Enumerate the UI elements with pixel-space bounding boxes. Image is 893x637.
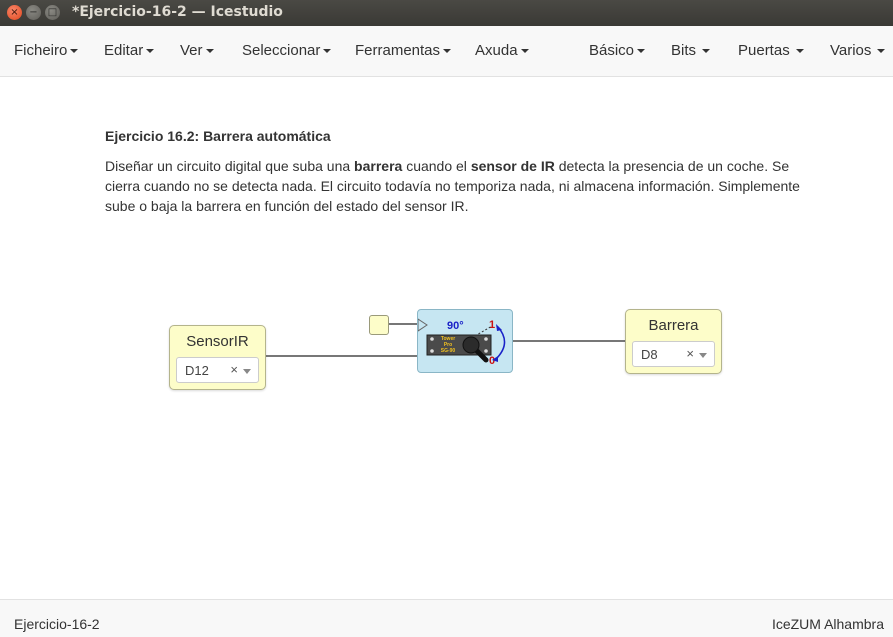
menubar: Ficheiro Editar Ver Seleccionar Ferramen… <box>0 26 893 77</box>
clear-icon[interactable]: × <box>230 362 238 377</box>
input-block-sensorir[interactable]: SensorIR D12 × <box>169 325 266 390</box>
window-title: *Ejercicio-16-2 — Icestudio <box>72 4 283 20</box>
output-pin-value: D8 <box>641 347 658 362</box>
servo-block[interactable]: 90° 1 0 Tower Pro SG-90 <box>417 309 513 373</box>
wire-const-to-servo[interactable] <box>388 323 417 325</box>
menu-puertas[interactable]: Puertas <box>738 42 804 59</box>
output-block-barrera[interactable]: Barrera D8 × <box>625 309 722 374</box>
servo-icon: 90° 1 0 Tower Pro SG-90 <box>417 318 506 367</box>
servo-angle-label: 90° <box>447 320 464 332</box>
window-maximize-button[interactable]: □ <box>45 5 60 20</box>
window-close-button[interactable]: × <box>7 5 22 20</box>
input-pin-value: D12 <box>185 363 209 378</box>
menu-ficheiro[interactable]: Ficheiro <box>14 42 79 59</box>
caret-down-icon <box>443 49 452 54</box>
maximize-icon: □ <box>47 6 58 18</box>
caret-down-icon <box>520 49 529 54</box>
input-pin-select[interactable]: D12 × <box>176 357 259 383</box>
output-block-name: Barrera <box>648 317 699 334</box>
caret-down-icon <box>702 49 711 54</box>
minimize-icon: − <box>29 6 38 18</box>
window-titlebar: × − □ *Ejercicio-16-2 — Icestudio <box>0 0 893 26</box>
menu-bits[interactable]: Bits <box>671 42 711 59</box>
menu-axuda[interactable]: Axuda <box>475 42 529 59</box>
output-pin-select[interactable]: D8 × <box>632 341 715 367</box>
statusbar: Ejercicio-16-2 IceZUM Alhambra <box>0 599 893 637</box>
window-minimize-button[interactable]: − <box>26 5 41 20</box>
menu-ferramentas[interactable]: Ferramentas <box>355 42 452 59</box>
board-name[interactable]: IceZUM Alhambra <box>772 616 884 632</box>
chevron-down-icon[interactable] <box>243 369 251 374</box>
menu-basico[interactable]: Básico <box>589 42 646 59</box>
caret-down-icon <box>877 49 886 54</box>
exercise-text: Diseñar un circuito digital que suba una… <box>105 158 800 214</box>
close-icon: × <box>10 6 19 18</box>
caret-down-icon <box>70 49 79 54</box>
menu-varios[interactable]: Varios <box>830 42 886 59</box>
caret-down-icon <box>637 49 646 54</box>
menu-seleccionar[interactable]: Seleccionar <box>242 42 332 59</box>
chevron-down-icon[interactable] <box>699 353 707 358</box>
caret-down-icon <box>205 49 214 54</box>
caret-down-icon <box>323 49 332 54</box>
caret-down-icon <box>795 49 804 54</box>
project-name: Ejercicio-16-2 <box>14 616 100 632</box>
menu-ver[interactable]: Ver <box>180 42 214 59</box>
svg-text:SG-90: SG-90 <box>441 348 456 354</box>
wire-servo-to-barrera[interactable] <box>512 340 625 342</box>
exercise-description: Ejercicio 16.2: Barrera automática Diseñ… <box>105 126 825 216</box>
wire-sensor-to-servo[interactable] <box>264 355 417 357</box>
constant-input-block[interactable] <box>369 315 389 335</box>
caret-down-icon <box>146 49 155 54</box>
exercise-heading: Ejercicio 16.2: Barrera automática <box>105 128 331 144</box>
input-block-name: SensorIR <box>186 333 249 350</box>
servo-marker-1: 1 <box>489 319 495 331</box>
servo-marker-0: 0 <box>489 355 495 367</box>
menu-editar[interactable]: Editar <box>104 42 155 59</box>
clear-icon[interactable]: × <box>686 346 694 361</box>
